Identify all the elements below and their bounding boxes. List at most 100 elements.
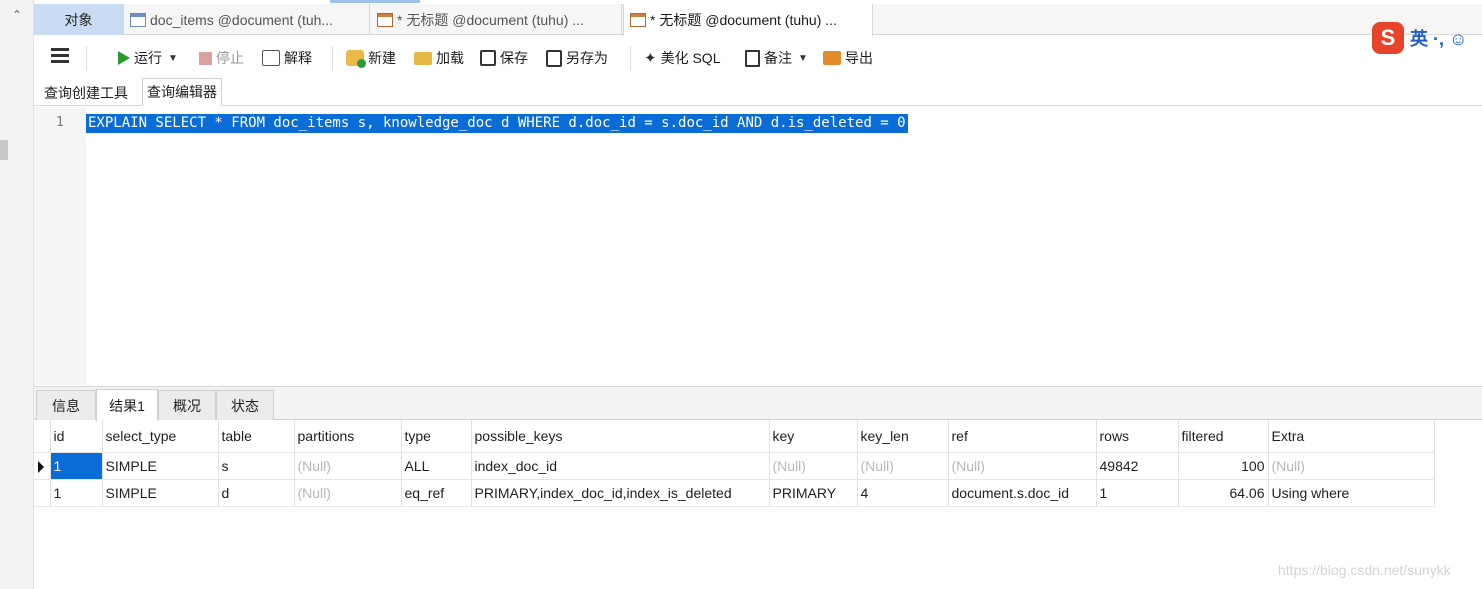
result-grid[interactable]: id select_type table partitions type pos… [34,420,1482,507]
column-header[interactable]: id [50,420,103,453]
table-cell[interactable]: index_doc_id [471,452,770,480]
tab-status[interactable]: 状态 [216,390,274,420]
query-toolbar: 运行 ▼ 停止 解释 新建 加载 保存 另存为 ✦ 美化 SQL 备注 ▼ 导出 [34,36,1482,78]
explain-button[interactable]: 解释 [262,47,312,69]
stop-icon [199,51,212,65]
run-label: 运行 [134,50,162,66]
table-cell[interactable]: 4 [857,479,949,507]
export-button[interactable]: 导出 [823,47,873,69]
tab-result1[interactable]: 结果1 [96,389,158,421]
column-header[interactable]: key_len [857,420,949,453]
table-row[interactable]: 1 SIMPLE s (Null) ALL index_doc_id (Null… [34,452,1435,480]
load-button[interactable]: 加载 [414,47,464,69]
ime-status-bar[interactable]: S 英 ·, ☺ [1372,22,1467,54]
sql-text-selected[interactable]: EXPLAIN SELECT * FROM doc_items s, knowl… [86,114,908,133]
table-cell[interactable]: s [218,452,295,480]
tab-label: * 无标题 @document (tuhu) ... [397,11,584,28]
table-cell[interactable]: document.s.doc_id [948,479,1097,507]
tab-doc-items-table[interactable]: doc_items @document (tuh... [124,4,370,35]
table-cell[interactable]: (Null) [1268,452,1435,480]
tab-info[interactable]: 信息 [36,390,96,420]
comment-icon [745,49,760,67]
column-header[interactable]: ref [948,420,1097,453]
result-tabs: 信息 结果1 概况 状态 [34,386,1482,421]
explain-icon [262,50,280,66]
column-header[interactable]: table [218,420,295,453]
table-cell[interactable]: PRIMARY [769,479,858,507]
table-cell[interactable]: SIMPLE [102,479,219,507]
column-header[interactable]: rows [1096,420,1179,453]
tab-untitled-query-2[interactable]: * 无标题 @document (tuhu) ... [623,4,873,36]
menu-icon[interactable] [51,48,69,64]
column-header[interactable]: filtered [1178,420,1269,453]
save-icon [480,50,496,66]
stop-button[interactable]: 停止 [199,47,244,69]
left-panel-strip: ⌃ [0,0,34,589]
export-label: 导出 [845,50,873,66]
table-cell[interactable]: 1 [50,479,103,507]
table-cell[interactable]: (Null) [769,452,858,480]
column-header[interactable]: possible_keys [471,420,770,453]
line-number: 1 [56,115,64,130]
sql-editor[interactable]: 1 EXPLAIN SELECT * FROM doc_items s, kno… [34,107,1482,385]
folder-icon [414,51,432,65]
column-header[interactable]: partitions [294,420,402,453]
line-gutter: 1 [34,107,86,385]
current-row-arrow-icon [38,460,44,473]
table-cell[interactable]: 1 [1096,479,1179,507]
new-icon [346,50,366,68]
tab-query-editor[interactable]: 查询编辑器 [142,78,222,106]
run-button[interactable]: 运行 ▼ [118,47,178,69]
tab-objects[interactable]: 对象 [34,4,124,35]
column-header[interactable]: type [401,420,472,453]
new-label: 新建 [368,50,396,66]
tab-query-builder[interactable]: 查询创建工具 [40,80,132,106]
row-indicator[interactable] [34,479,51,507]
table-cell[interactable]: Using where [1268,479,1435,507]
table-cell[interactable]: (Null) [948,452,1097,480]
table-cell[interactable]: 100 [1178,452,1269,480]
table-cell[interactable]: 1 [50,452,103,480]
new-query-button[interactable]: 新建 [346,47,396,69]
collapse-up-icon[interactable]: ⌃ [12,8,22,22]
row-indicator-header [34,420,51,453]
table-row[interactable]: 1 SIMPLE d (Null) eq_ref PRIMARY,index_d… [34,479,1435,507]
column-header[interactable]: key [769,420,858,453]
table-cell[interactable]: 64.06 [1178,479,1269,507]
column-header[interactable]: select_type [102,420,219,453]
tab-overview[interactable]: 概况 [158,390,216,420]
table-cell[interactable]: (Null) [294,479,402,507]
comment-button[interactable]: 备注 ▼ [745,47,808,69]
save-button[interactable]: 保存 [480,47,528,69]
splitter-handle[interactable] [0,140,8,160]
ime-mode-indicator[interactable]: 英 ·, ☺ [1410,25,1467,51]
query-icon [630,13,646,27]
table-cell[interactable]: SIMPLE [102,452,219,480]
beautify-sql-button[interactable]: ✦ 美化 SQL [644,47,720,69]
watermark: https://blog.csdn.net/sunykk [1278,562,1451,578]
save-as-button[interactable]: 另存为 [546,47,608,69]
table-cell[interactable]: d [218,479,295,507]
tab-untitled-query-1[interactable]: * 无标题 @document (tuhu) ... [371,4,622,35]
toolbar-separator [86,46,87,70]
chevron-down-icon[interactable]: ▼ [798,53,808,64]
table-cell[interactable]: (Null) [294,452,402,480]
table-cell[interactable]: ALL [401,452,472,480]
save-label: 保存 [500,50,528,66]
play-icon [118,51,130,65]
column-header[interactable]: Extra [1268,420,1435,453]
tab-label: * 无标题 @document (tuhu) ... [650,12,837,28]
document-tab-bar: 对象 doc_items @document (tuh... * 无标题 @do… [34,4,1482,36]
table-cell[interactable]: PRIMARY,index_doc_id,index_is_deleted [471,479,770,507]
row-indicator[interactable] [34,452,51,480]
query-icon [377,12,393,27]
chevron-down-icon[interactable]: ▼ [168,53,178,64]
table-cell[interactable]: 49842 [1096,452,1179,480]
table-icon [130,12,146,27]
tab-label: 对象 [64,11,93,28]
magic-wand-icon: ✦ [644,50,657,67]
stop-label: 停止 [216,50,244,66]
table-cell[interactable]: (Null) [857,452,949,480]
drag-indicator [330,0,420,3]
table-cell[interactable]: eq_ref [401,479,472,507]
